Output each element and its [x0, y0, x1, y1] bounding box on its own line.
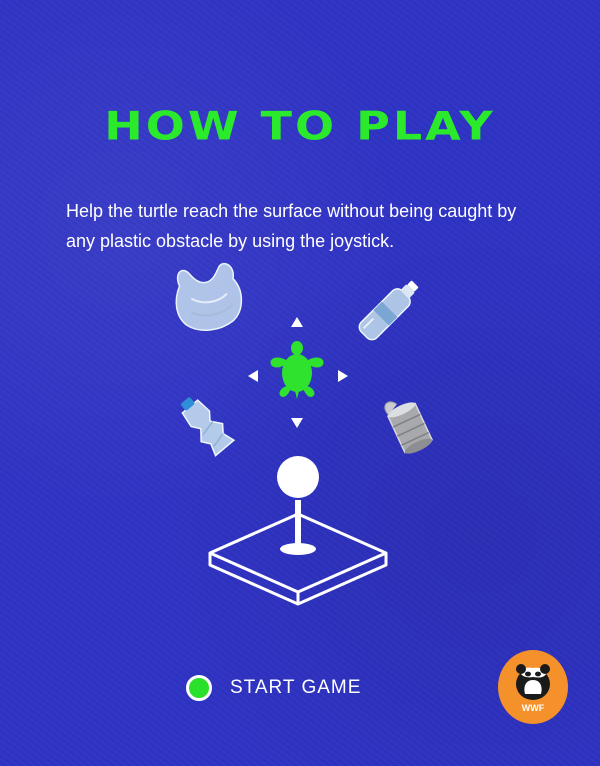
illustration — [175, 262, 434, 606]
plastic-bottle-icon — [358, 280, 419, 341]
arrow-right-icon — [338, 370, 348, 382]
turtle-icon — [270, 341, 324, 399]
arrow-down-icon — [291, 418, 303, 428]
crushed-bottle-icon — [181, 397, 236, 457]
start-game-label: START GAME — [230, 677, 362, 698]
start-indicator-icon — [186, 675, 212, 701]
joystick-icon — [208, 456, 388, 606]
plastic-bag-icon — [175, 262, 243, 331]
tin-can-icon — [384, 401, 434, 454]
how-to-play-screen: HOW TO PLAY Help the turtle reach the su… — [0, 0, 600, 766]
start-game-button[interactable]: START GAME — [186, 672, 361, 704]
wwf-brand-text: WWF — [521, 703, 545, 713]
arrow-left-icon — [248, 370, 258, 382]
arrow-up-icon — [291, 317, 303, 327]
wwf-logo: WWF — [498, 650, 568, 724]
